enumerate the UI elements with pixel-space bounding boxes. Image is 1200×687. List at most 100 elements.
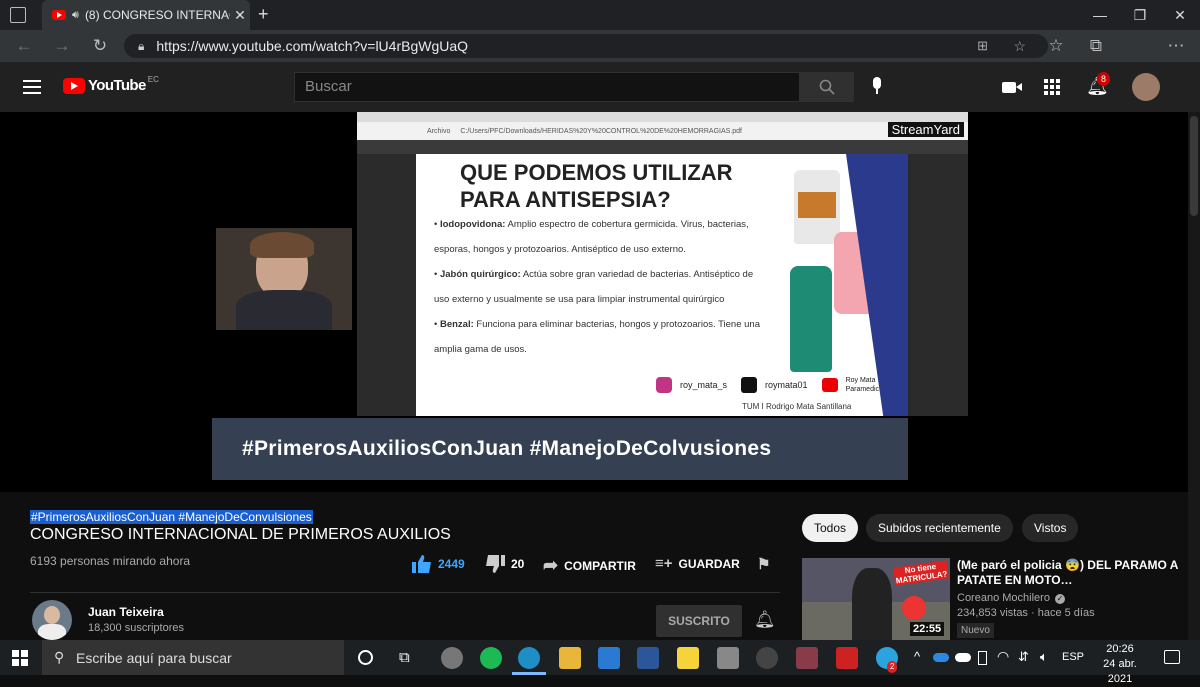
game-app-icon[interactable] (756, 647, 778, 669)
bullet-term: Iodopovidona: (439, 219, 506, 230)
taskbar-search-placeholder: Escribe aquí para buscar (76, 649, 232, 666)
divider (30, 592, 780, 593)
recommended-title[interactable]: (Me paró el policia 😨) DEL PARAMO A PATA… (957, 558, 1187, 588)
cloud-icon[interactable] (955, 653, 971, 662)
onedrive-icon[interactable] (933, 653, 949, 662)
playlist-add-icon: ≡+ (655, 555, 673, 572)
browser-tab[interactable]: 🔊︎ (8) CONGRESO INTERNACIO ✕ (42, 0, 250, 30)
favorites-bar-icon[interactable]: ☆ (1046, 36, 1066, 56)
youtube-social-icon (821, 378, 838, 392)
account-avatar[interactable] (1132, 73, 1160, 101)
word-icon[interactable] (637, 647, 659, 669)
windows-start-icon[interactable] (12, 650, 28, 666)
tab-title: (8) CONGRESO INTERNACIO (84, 8, 230, 22)
forward-icon[interactable]: → (52, 36, 72, 56)
thumbs-up-icon (412, 555, 431, 573)
chip-subidos-recientemente[interactable]: Subidos recientemente (866, 514, 1013, 542)
like-count: 2449 (438, 557, 465, 571)
url-field[interactable]: 🔒︎ https://www.youtube.com/watch?v=lU4rB… (124, 34, 1048, 58)
remote-desktop-icon[interactable] (717, 647, 739, 669)
sticky-notes-icon[interactable] (677, 647, 699, 669)
create-video-icon[interactable] (1002, 82, 1022, 93)
bullet-term: Jabón quirúrgico: (439, 269, 521, 280)
speaker-icon[interactable]: 🔊︎ (72, 9, 79, 22)
recommended-channel[interactable]: Coreano Mochilero ✓ (957, 592, 1065, 604)
youtube-logo-text: YouTube (88, 77, 146, 94)
report-flag-icon[interactable]: ⚑ (757, 555, 770, 573)
new-tab-button[interactable]: + (258, 4, 269, 25)
close-window-button[interactable]: ✕ (1160, 0, 1200, 30)
collections-icon[interactable]: ⧉ (1086, 36, 1106, 56)
video-duration: 22:55 (910, 622, 945, 636)
clock-time: 20:26 (1106, 643, 1134, 655)
pdf-file-label: Archivo (427, 127, 451, 135)
sidebar-scrollbar[interactable] (1188, 112, 1200, 640)
youtube-logo[interactable]: YouTube EC (63, 75, 159, 94)
back-icon[interactable]: ← (14, 36, 34, 56)
install-app-icon[interactable]: ⊞ (977, 38, 988, 54)
benzal-bottle-image (790, 266, 832, 372)
live-viewers: 6193 personas mirando ahora (30, 554, 191, 568)
channel-name[interactable]: Juan Teixeira (88, 605, 164, 619)
video-hashtags[interactable]: #PrimerosAuxiliosConJuan #ManejoDeConvul… (30, 510, 313, 524)
verified-icon: ✓ (1055, 594, 1065, 604)
file-explorer-icon[interactable] (559, 647, 581, 669)
media-player-icon[interactable] (441, 647, 463, 669)
slide-footer: TUM I Rodrigo Mata Santillana (742, 402, 852, 411)
photo-app-icon[interactable] (796, 647, 818, 669)
language-indicator[interactable]: ESP (1062, 651, 1084, 663)
chip-todos[interactable]: Todos (802, 514, 859, 542)
notification-badge: 8 (1097, 72, 1111, 86)
reload-icon[interactable]: ↻ (90, 36, 110, 56)
bullet-text: Funciona para eliminar bacterias, hongos… (434, 319, 760, 355)
dislike-button[interactable]: 20 (485, 555, 524, 573)
spotify-icon[interactable] (480, 647, 502, 669)
network-icon[interactable]: ⇵ (1018, 649, 1029, 665)
telegram-badge: 2 (887, 661, 898, 673)
microphone-icon[interactable] (870, 77, 884, 97)
battery-icon[interactable] (978, 651, 987, 665)
search-input[interactable]: Buscar (294, 72, 800, 102)
mail-icon[interactable] (598, 647, 620, 669)
restore-button[interactable]: ❐ (1120, 0, 1160, 30)
notification-bell-channel-icon[interactable]: 🔔︎ (754, 610, 776, 630)
bullet-term: Benzal: (439, 319, 474, 330)
notification-center-icon[interactable] (1164, 650, 1180, 664)
dislike-count: 20 (511, 557, 525, 571)
new-badge: Nuevo (957, 623, 994, 638)
country-code: EC (147, 75, 159, 84)
cortana-icon[interactable] (358, 650, 373, 665)
edge-icon[interactable] (518, 647, 540, 669)
favorite-icon[interactable]: ☆ (1013, 38, 1026, 55)
lock-icon: 🔒︎ (138, 38, 145, 53)
angry-emoji-icon (902, 596, 926, 620)
apps-grid-icon[interactable] (1044, 79, 1060, 95)
tiktok-handle: roymata01 (765, 380, 808, 390)
hamburger-menu-icon[interactable] (23, 80, 41, 94)
pdf-path: C:/Users/PFC/Downloads/HERIDAS%20Y%20CON… (460, 127, 742, 135)
save-button[interactable]: ≡+ GUARDAR (655, 555, 740, 572)
chip-vistos[interactable]: Vistos (1022, 514, 1079, 542)
youtube-header: YouTube EC Buscar 🔔︎ 8 (0, 62, 1200, 112)
more-menu-icon[interactable]: ⋯ (1166, 36, 1186, 56)
wifi-icon[interactable]: ◠ (997, 648, 1009, 665)
social-row: roy_mata_s roymata01 Roy Mata Paramedic (656, 376, 896, 394)
minimize-button[interactable]: — (1080, 0, 1120, 30)
tray-overflow-icon[interactable]: ^ (914, 649, 920, 664)
streaming-app-icon[interactable] (836, 647, 858, 669)
thumbnail-overlay-text: No tiene MATRICULA? (893, 560, 949, 586)
tab-actions-icon[interactable] (10, 7, 26, 23)
search-button[interactable] (800, 72, 854, 102)
task-view-icon[interactable]: ⧉ (399, 649, 410, 666)
like-button[interactable]: 2449 (412, 555, 465, 573)
iodopovidona-bottle-image (794, 170, 840, 244)
taskbar-clock[interactable]: 20:26 24 abr. 2021 (1090, 642, 1150, 687)
tab-close-icon[interactable]: ✕ (230, 7, 250, 24)
taskbar-search-input[interactable]: ⚲ Escribe aquí para buscar (42, 640, 344, 675)
bullet-item: • Iodopovidona: Amplio espectro de cober… (434, 219, 749, 255)
subscriber-count: 18,300 suscriptores (88, 622, 184, 634)
share-button[interactable]: ➦ COMPARTIR (543, 555, 636, 576)
channel-avatar[interactable] (32, 600, 72, 640)
subscribed-button[interactable]: SUSCRITO (656, 605, 742, 637)
volume-icon[interactable]: 🔈︎ (1040, 649, 1048, 665)
